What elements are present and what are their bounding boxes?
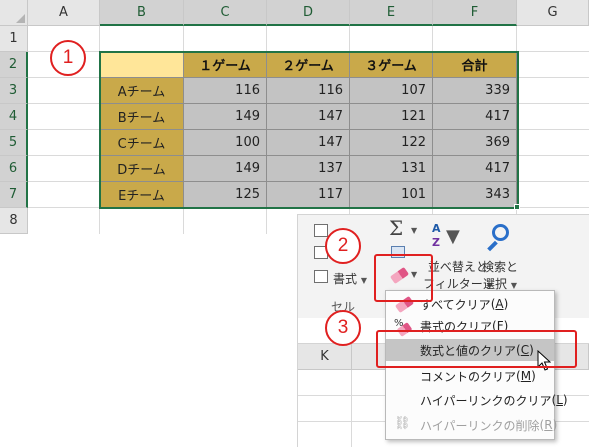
column-header-b[interactable]: B [100,0,184,26]
column-header-g[interactable]: G [517,0,589,26]
row-header-5[interactable]: 5 [0,130,28,156]
column-header-a[interactable]: A [28,0,100,26]
row-header-6[interactable]: 6 [0,156,28,182]
step-2-badge: 2 [325,228,361,264]
chevron-down-icon: ▼ [510,281,517,290]
column-header-f[interactable]: F [433,0,517,26]
autosum-icon[interactable]: Σ [389,216,403,240]
search-icon [486,222,518,256]
chevron-down-icon: ▼ [411,226,418,235]
chevron-down-icon: ▼ [360,276,367,285]
selection-range [99,51,519,209]
column-header-c[interactable]: C [184,0,267,26]
menu-item-clear-hyperlinks[interactable]: ハイパーリンクのクリア(L) [386,389,568,411]
gridline [351,370,352,447]
remove-link-icon: ⛓ [394,416,411,431]
sort-filter-icon: A Z ▼ [432,222,460,249]
fill-handle[interactable] [514,204,520,210]
menu-item-highlight [376,330,577,368]
select-all-corner[interactable] [0,0,28,26]
row-header-4[interactable]: 4 [0,104,28,130]
row-header-1[interactable]: 1 [0,26,28,52]
column-header-k[interactable]: K [298,344,352,370]
insert-cells-icon[interactable] [314,224,328,237]
row-header-3[interactable]: 3 [0,78,28,104]
format-button[interactable]: 書式 ▼ [333,270,367,287]
column-header-e[interactable]: E [350,0,433,26]
find-select-label-line2: 選択 [483,277,508,291]
step-1-badge: 1 [50,40,86,76]
find-select-button[interactable]: 検索と 選択 ▼ [482,258,518,292]
menu-item-remove-hyperlinks: ⛓ ハイパーリンクの削除(R) [394,416,558,433]
format-cells-icon[interactable] [314,270,328,283]
format-label: 書式 [333,272,358,286]
column-header-d[interactable]: D [267,0,350,26]
clear-button-highlight [374,254,433,302]
find-select-label-line1: 検索と [482,260,519,274]
row-header-7[interactable]: 7 [0,182,28,208]
row-header-8[interactable]: 8 [0,208,28,234]
step-3-badge: 3 [325,310,361,346]
menu-item-clear-comments[interactable]: コメントのクリア(M) [386,365,554,387]
row-header-2[interactable]: 2 [0,52,28,78]
